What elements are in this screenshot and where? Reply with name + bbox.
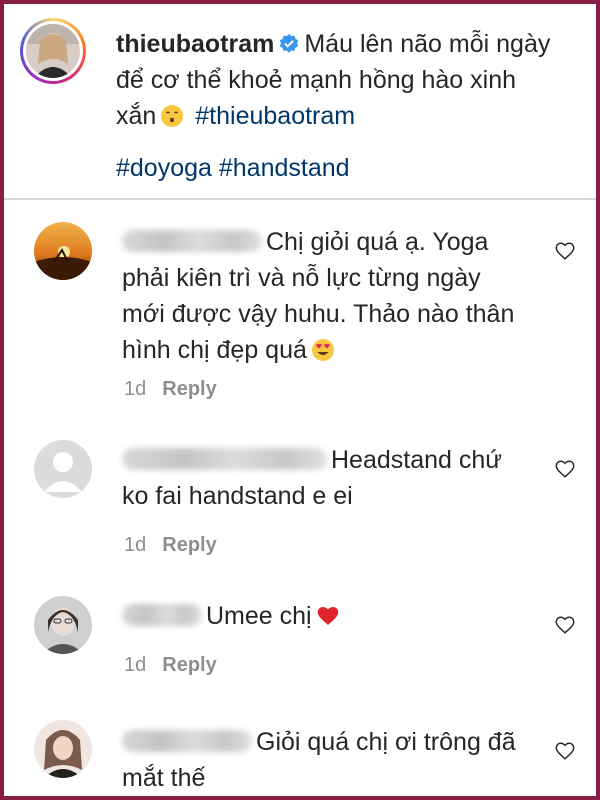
comment-meta: 1d Reply: [124, 534, 217, 557]
comment-line-2: ko fai handstand e ei: [122, 482, 353, 510]
comment-text: Umee chị: [122, 598, 542, 634]
commenter-avatar[interactable]: [34, 720, 92, 778]
commenter-avatar[interactable]: [34, 596, 92, 654]
comment-text: Headstand chứ ko fai handstand e ei: [122, 442, 542, 514]
comment-item: Giỏi quá chị ơi trông đã mắt thế: [4, 720, 596, 796]
comment-line-2: phải kiên trì và nỗ lực từng ngày: [122, 264, 481, 292]
comment-line-2: mắt thế: [122, 764, 206, 792]
comment-time: 1d: [124, 654, 147, 676]
commenter-avatar-default[interactable]: [34, 440, 92, 498]
comment-meta: 1d Reply: [124, 378, 217, 401]
author-avatar-image: [26, 24, 80, 78]
post-caption: thieubaotram Máu lên não mỗi ngày để cơ …: [4, 4, 596, 200]
reply-button[interactable]: Reply: [162, 378, 216, 400]
caption-line-2: để cơ thể khoẻ mạnh hồng hào xinh: [116, 66, 517, 94]
heart-outline-icon[interactable]: [554, 240, 576, 262]
comment-line-1: Headstand chứ: [331, 446, 503, 474]
hashtag-link[interactable]: #thieubaotram: [195, 102, 355, 130]
heart-outline-icon[interactable]: [554, 458, 576, 480]
commenter-username-blurred[interactable]: [122, 230, 262, 252]
comment-time: 1d: [124, 378, 147, 400]
comment-text: Chị giỏi quá ạ. Yoga phải kiên trì và nỗ…: [122, 224, 542, 368]
heart-outline-icon[interactable]: [554, 740, 576, 762]
commenter-avatar[interactable]: [34, 222, 92, 280]
caption-line-3: xắn: [116, 102, 157, 130]
comment-line-1: Giỏi quá chị ơi trông đã: [256, 728, 516, 756]
reply-button[interactable]: Reply: [162, 654, 216, 676]
author-avatar[interactable]: [20, 18, 86, 84]
comment-item: Chị giỏi quá ạ. Yoga phải kiên trì và nỗ…: [4, 222, 596, 422]
comment-line-1: Umee chị: [206, 602, 312, 630]
commenter-username-blurred[interactable]: [122, 448, 327, 470]
comments-panel: thieubaotram Máu lên não mỗi ngày để cơ …: [4, 4, 596, 796]
commenter-username-blurred[interactable]: [122, 604, 202, 626]
heart-outline-icon[interactable]: [554, 614, 576, 636]
caption-line-1: Máu lên não mỗi ngày: [304, 30, 551, 58]
comment-line-3: mới được vậy huhu. Thảo nào thân: [122, 300, 515, 328]
comment-meta: 1d Reply: [124, 654, 217, 677]
kissing-face-emoji: [161, 105, 184, 127]
heart-eyes-emoji: [311, 339, 334, 361]
comment-time: 1d: [124, 534, 147, 556]
comment-text: Giỏi quá chị ơi trông đã mắt thế: [122, 724, 542, 796]
comment-item: Headstand chứ ko fai handstand e ei 1d Re…: [4, 438, 596, 568]
comment-line-1: Chị giỏi quá ạ. Yoga: [266, 228, 489, 256]
reply-button[interactable]: Reply: [162, 534, 216, 556]
comment-item: Umee chị 1d Reply: [4, 596, 596, 696]
comment-line-4: hình chị đẹp quá: [122, 336, 307, 364]
commenter-username-blurred[interactable]: [122, 730, 252, 752]
verified-badge-icon: [280, 33, 299, 53]
author-username[interactable]: thieubaotram: [116, 30, 274, 58]
red-heart-emoji: [317, 607, 338, 625]
hashtags-line[interactable]: #doyoga #handstand: [116, 150, 350, 186]
caption-text: thieubaotram Máu lên não mỗi ngày để cơ …: [116, 26, 586, 134]
